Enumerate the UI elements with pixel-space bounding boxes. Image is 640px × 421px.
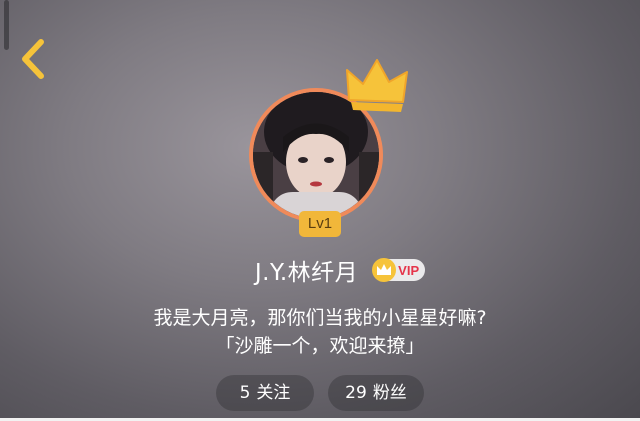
vip-badge[interactable]: VIP [372,258,426,282]
back-button[interactable] [14,36,54,82]
fans-label: 粉丝 [372,383,407,403]
level-badge: Lv1 [299,211,341,237]
following-label: 关注 [256,383,291,403]
bio-line-1: 我是大月亮，那你们当我的小星星好嘛? [153,307,487,329]
following-count: 5 [239,383,251,403]
username: J.Y.林纤月 [254,260,359,286]
profile-screen: Lv1 J.Y.林纤月 VIP 我是大月亮，那你们当我的小星星好嘛? 「沙雕一个… [0,0,640,421]
fans-count: 29 [345,383,367,403]
following-button[interactable]: 5 关注 [216,375,314,411]
crown-icon [343,56,413,118]
vip-label: VIP [398,262,420,278]
vip-crown-icon [372,258,397,282]
fans-button[interactable]: 29 粉丝 [328,375,424,411]
chevron-left-icon [14,36,54,82]
bio: 我是大月亮，那你们当我的小星星好嘛? 「沙雕一个，欢迎来撩」 [0,304,640,360]
scroll-indicator[interactable] [4,0,9,50]
name-row: J.Y.林纤月 VIP [0,252,640,288]
bio-line-2: 「沙雕一个，欢迎来撩」 [215,335,425,357]
stats-row: 5 关注 29 粉丝 [0,375,640,411]
